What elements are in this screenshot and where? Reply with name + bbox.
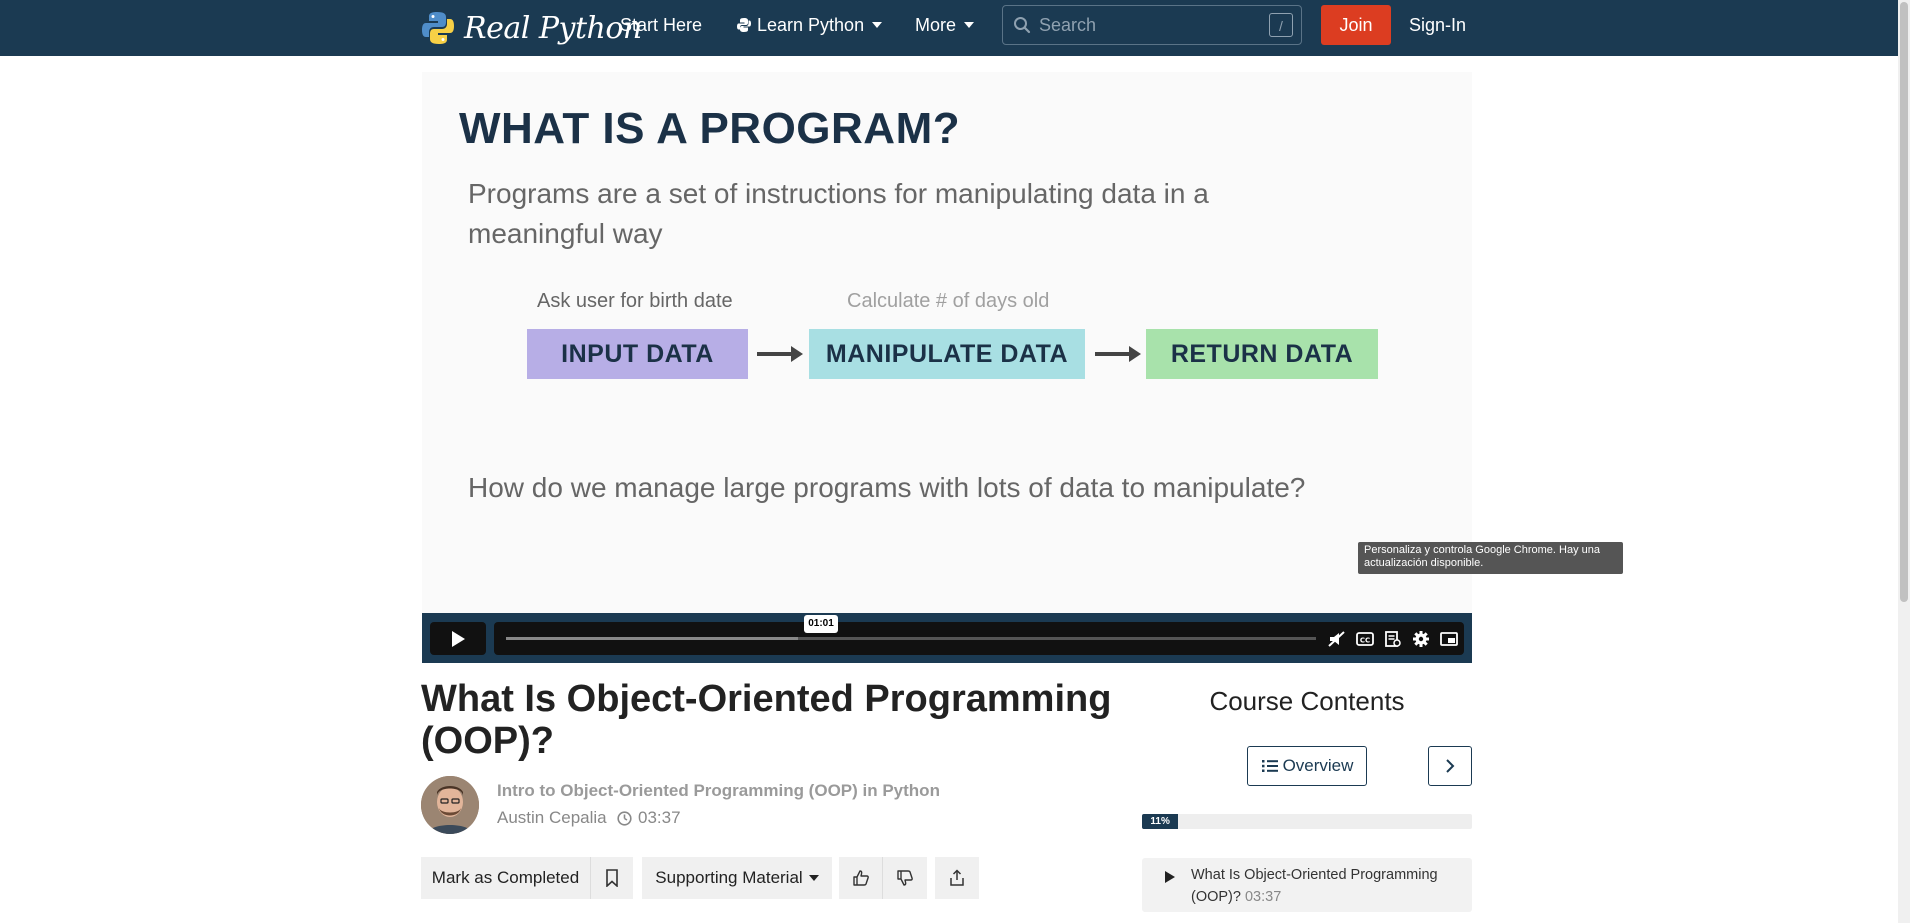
next-lesson-button[interactable]	[1428, 746, 1472, 786]
search-box[interactable]: /	[1002, 5, 1302, 45]
share-group	[935, 857, 979, 899]
thumbs-up-button[interactable]	[839, 857, 883, 899]
real-python-logo[interactable]: Real Python	[420, 6, 642, 50]
logo-text: Real Python	[464, 10, 642, 46]
arrow-right-icon	[757, 346, 803, 362]
completion-button-group: Mark as Completed	[421, 857, 633, 899]
search-icon	[1014, 17, 1031, 34]
mark-completed-button[interactable]: Mark as Completed	[421, 857, 591, 899]
author-photo	[421, 776, 479, 834]
seek-bar-progress	[506, 637, 798, 640]
list-icon	[1261, 760, 1278, 772]
slide-question: How do we manage large programs with lot…	[468, 472, 1306, 503]
lesson-duration-value: 03:37	[638, 808, 681, 827]
page-scrollbar[interactable]	[1898, 0, 1910, 923]
svg-text:CC: CC	[1360, 637, 1370, 645]
flow-label-manipulate: Calculate # of days old	[847, 290, 1050, 312]
course-link[interactable]: Intro to Object-Oriented Programming (OO…	[497, 781, 940, 801]
play-icon	[1165, 871, 1175, 883]
overview-label: Overview	[1282, 756, 1354, 775]
flow-box-return: RETURN DATA	[1146, 329, 1378, 379]
chevron-down-icon	[872, 22, 883, 28]
bookmark-icon	[606, 869, 618, 887]
supporting-material-group: Supporting Material	[642, 857, 832, 899]
seek-time-tooltip: 01:01	[804, 615, 838, 633]
course-progress-fill: 11%	[1142, 814, 1179, 829]
join-button[interactable]: Join	[1321, 5, 1391, 45]
python-icon	[737, 18, 751, 32]
thumbs-down-button[interactable]	[883, 857, 927, 899]
author-name[interactable]: Austin Cepalia	[497, 808, 607, 828]
volume-mute-icon[interactable]	[1328, 630, 1346, 648]
overview-button[interactable]: Overview	[1247, 746, 1367, 786]
lesson-item-time: 03:37	[1244, 889, 1282, 905]
play-icon	[452, 630, 465, 647]
chevron-down-icon	[808, 875, 819, 881]
scrollbar-thumb[interactable]	[1900, 2, 1908, 602]
chrome-update-tooltip: Personaliza y controla Google Chrome. Ha…	[1358, 542, 1623, 574]
nav-learn-python-label: Learn Python	[757, 15, 865, 35]
share-button[interactable]	[935, 857, 979, 899]
captions-icon[interactable]: CC	[1356, 630, 1374, 648]
search-shortcut-key: /	[1269, 13, 1293, 37]
nav-more[interactable]: More	[915, 14, 975, 36]
share-icon	[950, 869, 964, 886]
nav-learn-python[interactable]: Learn Python	[736, 14, 883, 36]
lesson-item-title-wrap: What Is Object-Oriented Programming (OOP…	[1191, 864, 1461, 908]
picture-in-picture-icon[interactable]	[1440, 630, 1458, 648]
flow-label-input: Ask user for birth date	[537, 290, 733, 312]
flow-box-input: INPUT DATA	[527, 329, 748, 379]
thumbs-down-icon	[897, 870, 913, 886]
lesson-list-item[interactable]: What Is Object-Oriented Programming (OOP…	[1142, 858, 1472, 912]
course-contents-title: Course Contents	[1209, 686, 1405, 716]
play-button[interactable]	[430, 622, 486, 655]
lesson-item-title: What Is Object-Oriented Programming (OOP…	[1191, 867, 1438, 905]
lesson-title: What Is Object-Oriented Programming (OOP…	[421, 678, 1112, 762]
clock-icon	[617, 810, 632, 826]
top-navbar: Real Python Start Here Learn Python More…	[0, 0, 1898, 56]
course-progress-bar: 11%	[1142, 814, 1472, 829]
nav-more-label: More	[915, 15, 957, 35]
bookmark-button[interactable]	[591, 857, 633, 899]
seek-bar-container: 01:01 CC	[494, 615, 1464, 655]
supporting-material-button[interactable]: Supporting Material	[642, 857, 832, 899]
thumbs-up-icon	[852, 870, 869, 886]
lesson-duration: 03:37	[617, 808, 681, 828]
author-avatar[interactable]	[421, 776, 479, 834]
flow-box-manipulate: MANIPULATE DATA	[809, 329, 1085, 379]
python-logo-icon	[422, 12, 454, 44]
rating-button-group	[839, 857, 927, 899]
chevron-right-icon	[1446, 759, 1455, 773]
settings-gear-icon[interactable]	[1412, 630, 1430, 648]
search-input[interactable]	[1037, 13, 1261, 37]
arrow-right-icon	[1095, 346, 1141, 362]
seek-bar[interactable]: 01:01	[506, 615, 1316, 640]
supporting-material-label: Supporting Material	[655, 868, 803, 887]
chevron-down-icon	[964, 22, 975, 28]
transcript-icon[interactable]	[1384, 630, 1402, 648]
slide-title: WHAT IS A PROGRAM?	[459, 104, 961, 153]
sign-in-link[interactable]: Sign-In	[1409, 14, 1466, 36]
nav-start-here[interactable]: Start Here	[620, 14, 702, 36]
video-player-controls: 01:01 CC	[422, 613, 1472, 663]
video-slide[interactable]: WHAT IS A PROGRAM? Programs are a set of…	[422, 72, 1472, 613]
slide-intro: Programs are a set of instructions for m…	[468, 178, 1209, 249]
